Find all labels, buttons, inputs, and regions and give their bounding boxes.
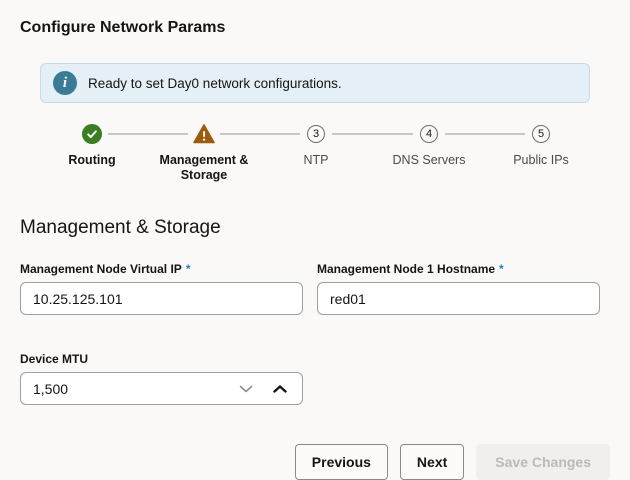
field-label-text: Management Node 1 Hostname	[317, 262, 495, 276]
stepper-step-label: Management & Storage	[149, 153, 259, 183]
required-marker: *	[499, 262, 504, 276]
stepper-step-dns-servers[interactable]: 4 DNS Servers	[374, 124, 484, 168]
next-button[interactable]: Next	[400, 444, 464, 480]
info-icon: i	[53, 71, 77, 95]
save-changes-button[interactable]: Save Changes	[476, 444, 610, 480]
field-management-node-virtual-ip: Management Node Virtual IP *	[20, 262, 303, 315]
required-marker: *	[186, 262, 191, 276]
field-management-node-1-hostname: Management Node 1 Hostname *	[317, 262, 600, 315]
info-banner: i Ready to set Day0 network configuratio…	[40, 63, 590, 103]
step-number-badge: 3	[307, 125, 325, 143]
section-heading: Management & Storage	[20, 216, 610, 239]
warning-icon	[193, 124, 215, 144]
page-title: Configure Network Params	[20, 18, 610, 38]
device-mtu-stepper	[20, 372, 303, 405]
configure-network-params-page: Configure Network Params i Ready to set …	[0, 0, 630, 480]
stepper-step-label: NTP	[261, 153, 371, 168]
check-icon	[82, 124, 102, 144]
action-buttons: Previous Next Save Changes	[20, 444, 610, 480]
step-number-badge: 4	[420, 125, 438, 143]
stepper-step-routing[interactable]: Routing	[37, 124, 147, 168]
field-label: Management Node Virtual IP *	[20, 262, 303, 276]
field-label-text: Management Node Virtual IP	[20, 262, 182, 276]
previous-button[interactable]: Previous	[295, 444, 388, 480]
field-label: Device MTU	[20, 352, 610, 366]
form-row: Management Node Virtual IP * Management N…	[20, 262, 610, 315]
stepper-step-ntp[interactable]: 3 NTP	[261, 124, 371, 168]
stepper-step-label: Routing	[37, 153, 147, 168]
info-banner-message: Ready to set Day0 network configurations…	[88, 76, 342, 91]
stepper-step-management-storage[interactable]: Management & Storage	[149, 124, 259, 183]
stepper-step-label: Public IPs	[486, 153, 596, 168]
chevron-down-icon[interactable]	[231, 372, 261, 405]
step-number-badge: 5	[532, 125, 550, 143]
chevron-up-icon[interactable]	[265, 372, 295, 405]
field-label: Management Node 1 Hostname *	[317, 262, 600, 276]
field-device-mtu: Device MTU	[20, 352, 610, 405]
wizard-stepper: Routing Management & Storage 3 NTP	[20, 124, 610, 194]
management-node-1-hostname-input[interactable]	[317, 282, 600, 315]
stepper-step-public-ips[interactable]: 5 Public IPs	[486, 124, 596, 168]
stepper-step-label: DNS Servers	[374, 153, 484, 168]
management-node-virtual-ip-input[interactable]	[20, 282, 303, 315]
